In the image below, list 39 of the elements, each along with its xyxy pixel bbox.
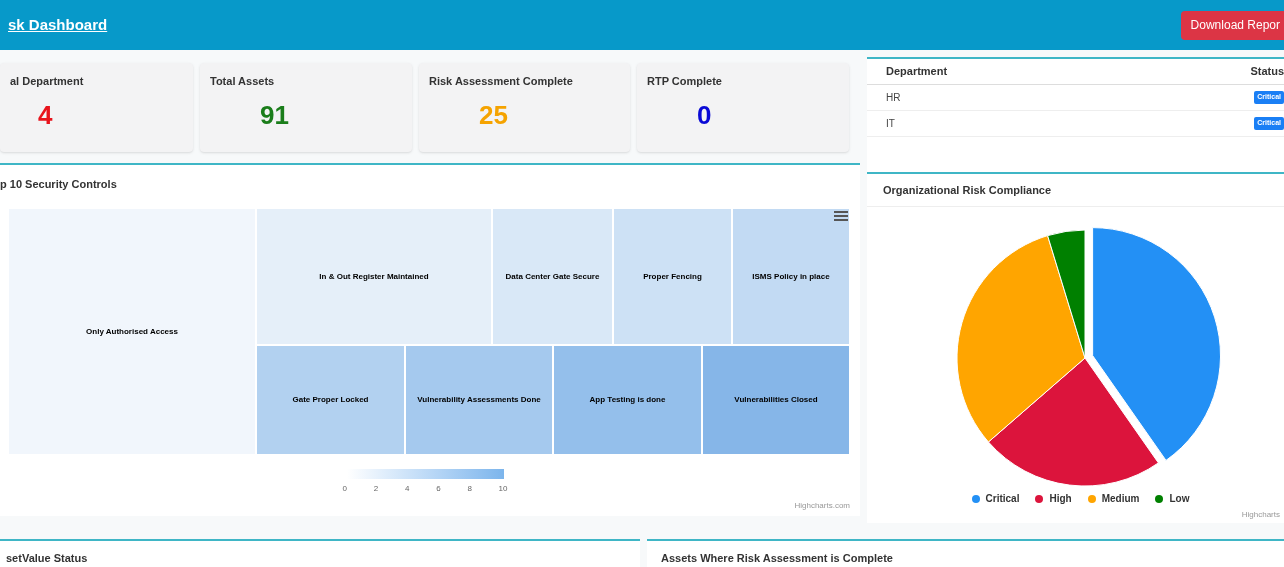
scale-tick-label: 4 bbox=[404, 483, 410, 495]
stat-label: al Department bbox=[10, 74, 84, 89]
treemap-cell: App Testing is done bbox=[553, 345, 702, 455]
stat-label: Risk Assessment Complete bbox=[429, 74, 573, 89]
treemap-cell: Gate Proper Locked bbox=[256, 345, 405, 455]
stat-value: 4 bbox=[38, 98, 53, 132]
legend-label[interactable]: Critical bbox=[985, 491, 1020, 506]
treemap-cell: Data Center Gate Secure bbox=[492, 208, 613, 345]
treemap-cell: Only Authorised Access bbox=[8, 208, 256, 455]
panel-title: Organizational Risk Compliance bbox=[883, 182, 1052, 198]
table-cell-text: IT bbox=[886, 117, 895, 131]
legend-label[interactable]: High bbox=[1049, 491, 1072, 506]
panel-title: setValue Status bbox=[6, 552, 88, 564]
column-header: Department bbox=[886, 64, 948, 80]
legend-label[interactable]: Medium bbox=[1101, 491, 1140, 506]
scale-tick-label: 0 bbox=[342, 483, 347, 495]
legend-label[interactable]: Low bbox=[1169, 491, 1190, 506]
stat-value: 0 bbox=[697, 98, 712, 132]
stat-value: 25 bbox=[479, 98, 508, 132]
stat-label: Total Assets bbox=[210, 74, 275, 89]
treemap-cell: ISMS Policy in place bbox=[732, 208, 850, 345]
chart-credit: Highcharts.com bbox=[794, 500, 850, 512]
scale-tick-label: 2 bbox=[373, 483, 379, 495]
column-header: Status bbox=[1250, 64, 1284, 80]
panel-title: Assets Where Risk Assessment is Complete bbox=[661, 552, 893, 564]
chart-credit: Highcharts bbox=[1241, 509, 1280, 521]
treemap-cell: In & Out Register Maintained bbox=[256, 208, 492, 345]
scale-tick-label: 10 bbox=[498, 483, 508, 495]
download-report-button[interactable]: Download Repor bbox=[1180, 10, 1284, 40]
table-cell-text: HR bbox=[886, 91, 901, 105]
panel-title: p 10 Security Controls bbox=[0, 177, 117, 192]
scale-tick-label: 6 bbox=[436, 483, 441, 495]
menu-icon[interactable] bbox=[834, 211, 848, 221]
stat-label: RTP Complete bbox=[647, 74, 722, 89]
scale-tick-label: 8 bbox=[467, 483, 472, 495]
stat-value: 91 bbox=[260, 98, 289, 132]
treemap-cell: Proper Fencing bbox=[613, 208, 732, 345]
treemap-cell: Vulnerabilities Closed bbox=[702, 345, 850, 455]
treemap-cell: Vulnerability Assessments Done bbox=[405, 345, 553, 455]
